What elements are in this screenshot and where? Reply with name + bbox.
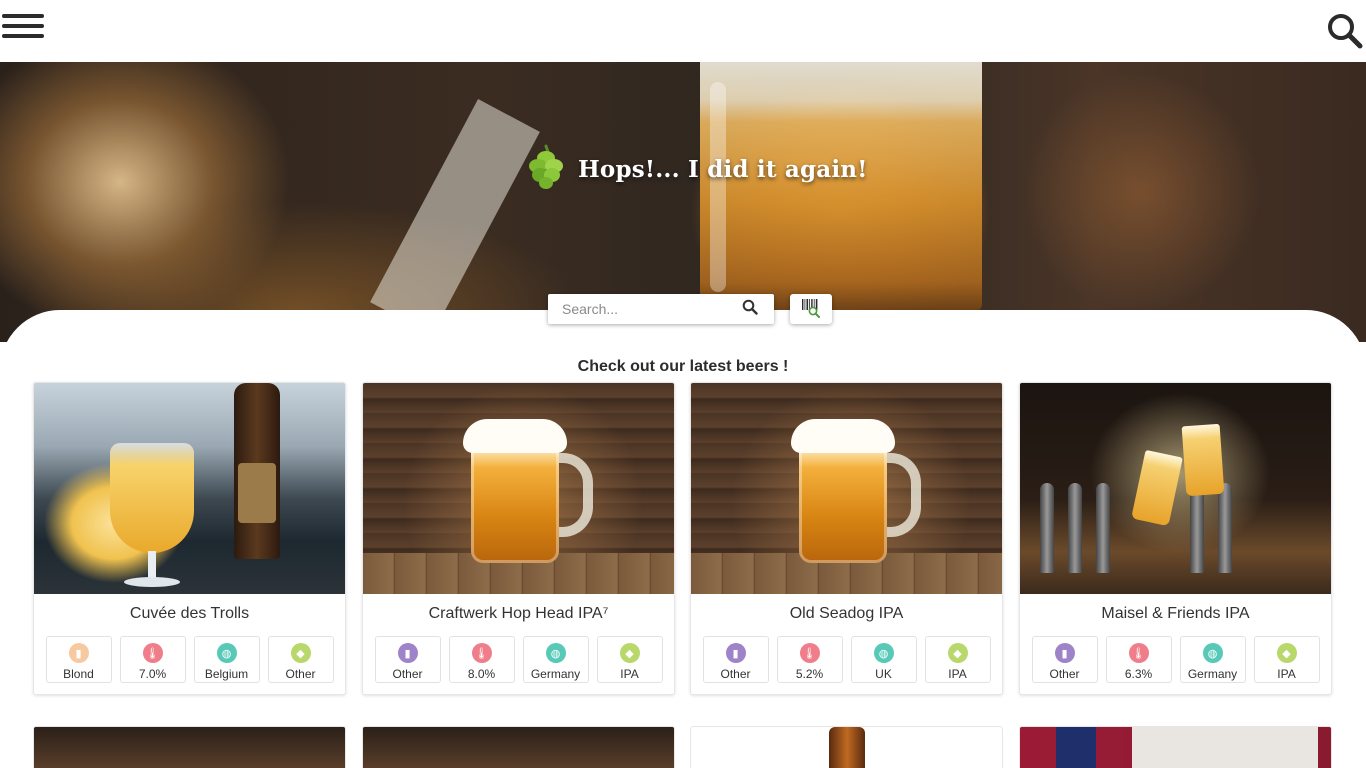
abv-label: 5.2%	[795, 667, 824, 681]
mug-handle	[881, 453, 921, 537]
beer-card[interactable]	[33, 726, 346, 768]
beer-glass-shape	[1131, 449, 1183, 527]
beer-card[interactable]	[690, 726, 1003, 768]
type-chip: ▮ Other	[1031, 636, 1098, 683]
abv-chip: 🌡 7.0%	[119, 636, 186, 683]
beer-tap	[1190, 483, 1204, 573]
country-chip: ◍ Germany	[1179, 636, 1246, 683]
thermometer-icon: 🌡	[1128, 643, 1149, 663]
hop-icon: ◆	[947, 643, 968, 663]
search-icon[interactable]	[742, 299, 758, 320]
beer-tap	[1068, 483, 1082, 573]
type-label: Blond	[63, 667, 94, 681]
beer-attributes: ▮ Blond 🌡 7.0% ◍ Belgium ◆ Other	[34, 636, 345, 683]
abv-label: 6.3%	[1124, 667, 1153, 681]
type-chip: ▮ Blond	[45, 636, 112, 683]
beer-mug-icon: ▮	[725, 643, 746, 663]
mug-handle	[553, 453, 593, 537]
beer-card[interactable]: Old Seadog IPA ▮ Other 🌡 5.2% ◍ UK ◆ IPA	[690, 382, 1003, 695]
abv-chip: 🌡 5.2%	[776, 636, 843, 683]
top-bar	[0, 0, 1366, 62]
beer-name: Cuvée des Trolls	[129, 605, 250, 622]
country-label: Belgium	[204, 667, 249, 681]
beer-tap	[1040, 483, 1054, 573]
beer-mug-icon: ▮	[1054, 643, 1075, 663]
globe-icon: ◍	[1202, 643, 1223, 663]
beer-mug-icon: ▮	[68, 643, 89, 663]
thermometer-icon: 🌡	[471, 643, 492, 663]
style-label: IPA	[620, 667, 639, 681]
beer-card[interactable]	[362, 726, 675, 768]
beer-photo	[34, 383, 345, 594]
country-label: Germany	[530, 667, 581, 681]
style-label: Other	[285, 667, 316, 681]
beer-foam	[463, 419, 567, 453]
search-icon[interactable]	[1326, 12, 1364, 50]
thermometer-icon: 🌡	[142, 643, 163, 663]
search-box[interactable]	[548, 294, 774, 324]
type-chip: ▮ Other	[702, 636, 769, 683]
beer-mug-icon: ▮	[397, 643, 418, 663]
beer-bottle-shape	[829, 727, 865, 768]
country-chip: ◍ UK	[850, 636, 917, 683]
country-label: UK	[875, 667, 892, 681]
beer-glass-shape	[1181, 423, 1225, 497]
beer-attributes: ▮ Other 🌡 5.2% ◍ UK ◆ IPA	[691, 636, 1002, 683]
style-chip: ◆ IPA	[924, 636, 991, 683]
beer-photo	[1020, 383, 1331, 594]
hop-cone-icon	[526, 144, 566, 195]
barcode-scan-button[interactable]	[790, 294, 832, 324]
style-label: IPA	[1277, 667, 1296, 681]
country-chip: ◍ Belgium	[193, 636, 260, 683]
type-label: Other	[1049, 667, 1080, 681]
beer-attributes: ▮ Other 🌡 8.0% ◍ Germany ◆ IPA	[363, 636, 674, 683]
beer-card[interactable]: Cuvée des Trolls ▮ Blond 🌡 7.0% ◍ Belgiu…	[33, 382, 346, 695]
globe-icon: ◍	[216, 643, 237, 663]
style-chip: ◆ IPA	[1253, 636, 1320, 683]
type-label: Other	[392, 667, 423, 681]
beer-photo	[691, 383, 1002, 594]
abv-chip: 🌡 8.0%	[448, 636, 515, 683]
beer-name: Old Seadog IPA	[789, 605, 904, 622]
site-title: Hops!... I did it again!	[578, 155, 868, 183]
country-label: Germany	[1187, 667, 1238, 681]
hop-icon: ◆	[1276, 643, 1297, 663]
brand: Hops!... I did it again!	[526, 144, 868, 195]
beer-card[interactable]: Craftwerk Hop Head IPA⁷ ▮ Other 🌡 8.0% ◍…	[362, 382, 675, 695]
hero-paper-decor	[370, 99, 540, 335]
beer-tap	[1218, 483, 1232, 573]
bottle-label	[1132, 727, 1318, 768]
beer-photo	[363, 383, 674, 594]
search-input[interactable]	[562, 301, 742, 317]
beer-bottle-shape	[1056, 727, 1096, 768]
beer-card[interactable]	[1019, 726, 1332, 768]
bottle-label	[238, 463, 276, 523]
glass-base	[124, 577, 180, 587]
abv-chip: 🌡 6.3%	[1105, 636, 1172, 683]
beer-glass-shape	[110, 443, 194, 553]
style-chip: ◆ Other	[267, 636, 334, 683]
beer-name: Maisel & Friends IPA	[1101, 605, 1250, 622]
beer-foam	[791, 419, 895, 453]
section-title: Check out our latest beers !	[577, 358, 789, 375]
beer-card[interactable]: Maisel & Friends IPA ▮ Other 🌡 6.3% ◍ Ge…	[1019, 382, 1332, 695]
country-chip: ◍ Germany	[522, 636, 589, 683]
beer-tap	[1096, 483, 1110, 573]
thermometer-icon: 🌡	[799, 643, 820, 663]
barcode-scan-icon	[800, 296, 822, 323]
globe-icon: ◍	[545, 643, 566, 663]
style-chip: ◆ IPA	[596, 636, 663, 683]
type-chip: ▮ Other	[374, 636, 441, 683]
hamburger-menu-icon[interactable]	[2, 14, 44, 42]
abv-label: 7.0%	[138, 667, 167, 681]
hop-icon: ◆	[619, 643, 640, 663]
style-label: IPA	[948, 667, 967, 681]
beer-attributes: ▮ Other 🌡 6.3% ◍ Germany ◆ IPA	[1020, 636, 1331, 683]
hop-icon: ◆	[290, 643, 311, 663]
abv-label: 8.0%	[467, 667, 496, 681]
globe-icon: ◍	[873, 643, 894, 663]
type-label: Other	[720, 667, 751, 681]
beer-name: Craftwerk Hop Head IPA⁷	[428, 605, 609, 622]
